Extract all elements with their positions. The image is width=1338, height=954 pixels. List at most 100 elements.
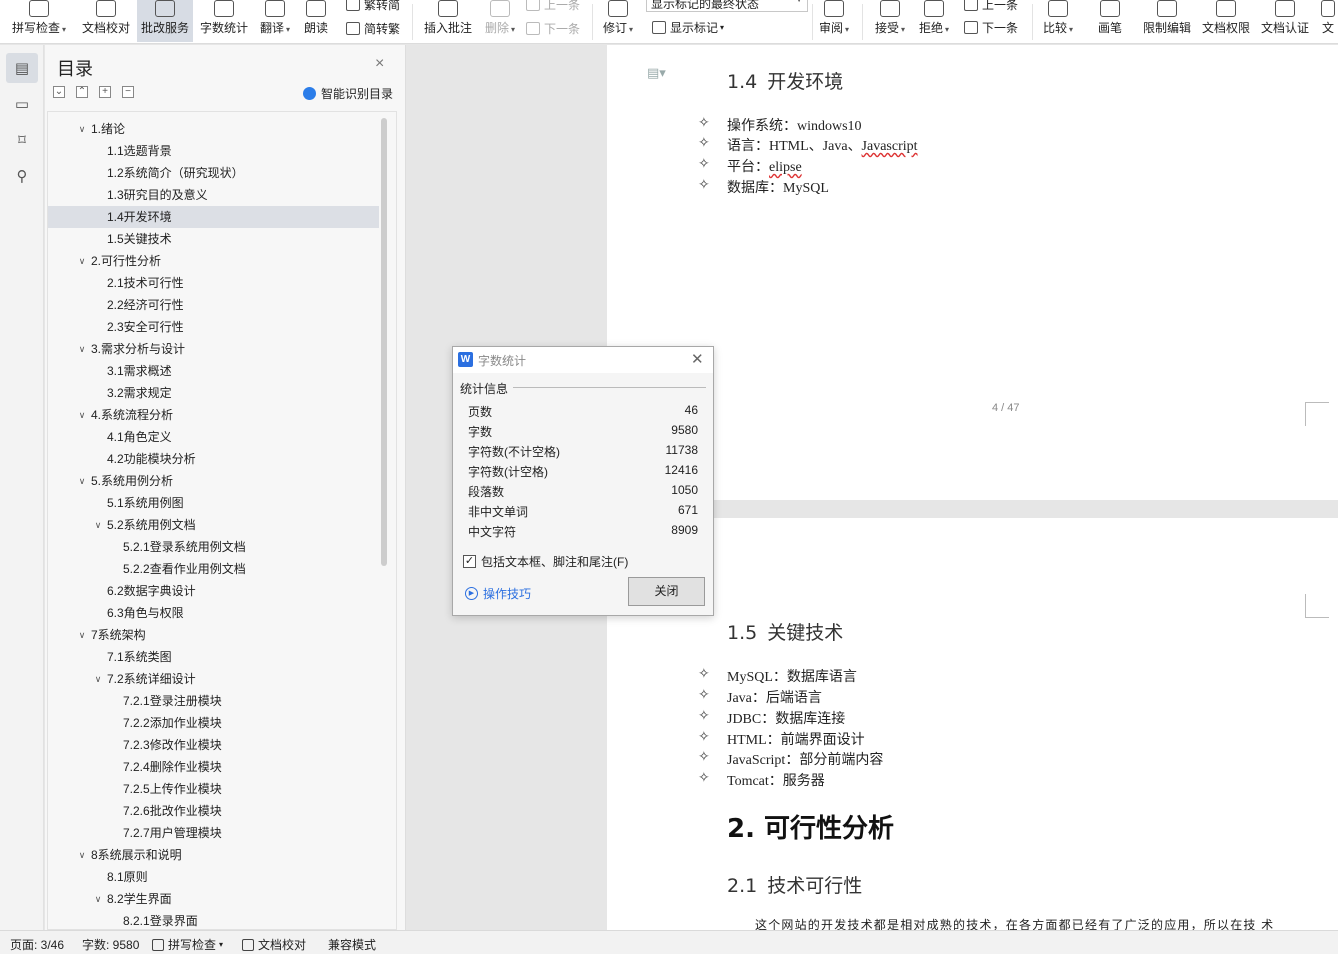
toc-item[interactable]: 5.2.1登录系统用例文档 [48,536,379,558]
toc-item[interactable]: 3.1需求概述 [48,360,379,382]
spell-check-button[interactable]: 拼写检查 ▾ [6,0,72,42]
collapse-all-icon[interactable]: ⌄ [53,86,65,98]
simplified-to-trad-button[interactable]: 简转繁 [346,20,400,37]
chevron-down-icon[interactable]: ∨ [76,624,88,646]
toc-item[interactable]: ∨ 8.2学生界面 [48,888,379,910]
dialog-titlebar[interactable]: W 字数统计 ✕ [453,347,713,373]
document-outline-icon[interactable]: ▤▾ [647,65,666,81]
toc-item[interactable]: 1.1选题背景 [48,140,379,162]
close-button[interactable]: 关闭 [628,577,705,606]
proofread-button[interactable]: 文档校对 [76,0,136,42]
chevron-down-icon[interactable]: ∨ [76,844,88,866]
toc-item[interactable]: 8.1原则 [48,866,379,888]
track-changes-button[interactable]: 修订 ▾ [598,0,638,42]
toc-item[interactable]: ∨ 5.2系统用例文档 [48,514,379,536]
close-icon[interactable]: × [375,55,384,73]
toc-item[interactable]: 1.4开发环境 [48,206,379,228]
smart-toc-button[interactable]: 智能识别目录 [303,85,393,102]
compare-button[interactable]: 比较 ▾ [1038,0,1078,42]
document-certification-button[interactable]: 文档认证 [1257,0,1313,42]
toc-item[interactable]: 7.2.2添加作业模块 [48,712,379,734]
chevron-down-icon[interactable]: ∨ [76,338,88,360]
add-heading-icon[interactable]: + [99,86,111,98]
page-indicator[interactable]: 页面: 3/46 [10,936,64,953]
next-comment-button[interactable]: 下一条 [526,20,580,37]
chevron-down-icon[interactable]: ∨ [76,404,88,426]
delete-comment-button[interactable]: 删除 ▾ [480,0,520,42]
toc-item[interactable]: 2.1技术可行性 [48,272,379,294]
markup-state-select[interactable]: 显示标记的最终状态 ▼ [646,0,808,12]
toc-item[interactable]: 1.3研究目的及意义 [48,184,379,206]
toc-item-label: 1.3研究目的及意义 [107,188,208,202]
prev-change-button[interactable]: 上一条 [964,0,1018,13]
toc-item[interactable]: 7.1系统类图 [48,646,379,668]
toc-item[interactable]: 1.2系统简介（研究现状） [48,162,379,184]
word-count-indicator[interactable]: 字数: 9580 [82,936,139,953]
toc-scrollbar[interactable] [381,118,387,566]
spell-check-status[interactable]: 拼写检查 ▾ [152,936,223,953]
toc-item[interactable]: 1.5关键技术 [48,228,379,250]
insert-comment-button[interactable]: 插入批注 [420,0,476,42]
proofread-status[interactable]: 文档校对 [242,936,306,953]
trad-to-simplified-button[interactable]: 繁转简 [346,0,400,13]
outline-icon[interactable]: ▤ [6,53,38,83]
read-aloud-button[interactable]: 朗读 [298,0,334,42]
accept-button[interactable]: 接受 ▾ [870,0,910,42]
toc-item[interactable]: 7.2.4删除作业模块 [48,756,379,778]
proofread-icon [242,938,254,951]
ribbon-overflow-button[interactable]: 文 [1318,0,1338,42]
toc-item[interactable]: ∨ 7系统架构 [48,624,379,646]
toc-item[interactable]: 6.2数据字典设计 [48,580,379,602]
review-pane-button[interactable]: 审阅 ▾ [814,0,854,42]
toc-item[interactable]: 5.2.2查看作业用例文档 [48,558,379,580]
toc-item[interactable]: ∨ 3.需求分析与设计 [48,338,379,360]
next-change-button[interactable]: 下一条 [964,19,1018,36]
remove-heading-icon[interactable]: − [122,86,134,98]
expand-up-icon[interactable]: ⌃ [76,86,88,98]
certification-icon [1275,0,1295,17]
toc-item[interactable]: 7.2.1登录注册模块 [48,690,379,712]
toc-item[interactable]: 2.2经济可行性 [48,294,379,316]
toc-item[interactable]: 7.2.7用户管理模块 [48,822,379,844]
chevron-down-icon[interactable]: ∨ [76,470,88,492]
toc-item[interactable]: ∨ 1.绪论 [48,118,379,140]
statistic-row: 字符数(计空格) 12416 [468,463,698,480]
toc-item[interactable]: ∨ 5.系统用例分析 [48,470,379,492]
chevron-down-icon[interactable]: ∨ [76,118,88,140]
toc-item[interactable]: 7.2.3修改作业模块 [48,734,379,756]
tips-link[interactable]: ▶ 操作技巧 [465,585,531,602]
toc-item[interactable]: 2.3安全可行性 [48,316,379,338]
close-icon[interactable]: ✕ [691,350,704,368]
bookmark-icon[interactable]: ⌑ [6,125,38,155]
toc-item[interactable]: 5.1系统用例图 [48,492,379,514]
toc-item[interactable]: 7.2.5上传作业模块 [48,778,379,800]
show-markup-button[interactable]: 显示标记 ▾ [652,19,724,36]
toc-item[interactable]: ∨ 7.2系统详细设计 [48,668,379,690]
translate-button[interactable]: 翻译 ▾ [255,0,295,42]
correction-service-button[interactable]: 批改服务 [137,0,193,42]
word-count-button[interactable]: 字数统计 [196,0,252,42]
document-permission-button[interactable]: 文档权限 [1198,0,1254,42]
pen-button[interactable]: 画笔 [1092,0,1128,42]
toc-item[interactable]: ∨ 2.可行性分析 [48,250,379,272]
chevron-down-icon[interactable]: ∨ [76,250,88,272]
chevron-down-icon[interactable]: ∨ [92,514,104,536]
toc-item[interactable]: 8.2.1登录界面 [48,910,379,929]
toc-item[interactable]: 3.2需求规定 [48,382,379,404]
toc-item[interactable]: 7.2.6批改作业模块 [48,800,379,822]
include-textbox-footnote-checkbox[interactable]: ✓ 包括文本框、脚注和尾注(F) [463,553,628,570]
toc-item[interactable]: ∨ 4.系统流程分析 [48,404,379,426]
toc-item[interactable]: ∨ 8系统展示和说明 [48,844,379,866]
restrict-editing-button[interactable]: 限制编辑 [1139,0,1195,42]
prev-comment-button[interactable]: 上一条 [526,0,580,13]
navigation-icon[interactable]: ▭ [6,89,38,119]
reject-button[interactable]: 拒绝 ▾ [914,0,954,42]
spell-check-icon [29,0,49,17]
toc-item[interactable]: 4.2功能模块分析 [48,448,379,470]
list-item: ✧ JavaScript：部分前端内容 [698,750,884,768]
search-icon[interactable]: ⚲ [6,161,38,191]
toc-item[interactable]: 4.1角色定义 [48,426,379,448]
chevron-down-icon[interactable]: ∨ [92,668,104,690]
chevron-down-icon[interactable]: ∨ [92,888,104,910]
toc-item[interactable]: 6.3角色与权限 [48,602,379,624]
